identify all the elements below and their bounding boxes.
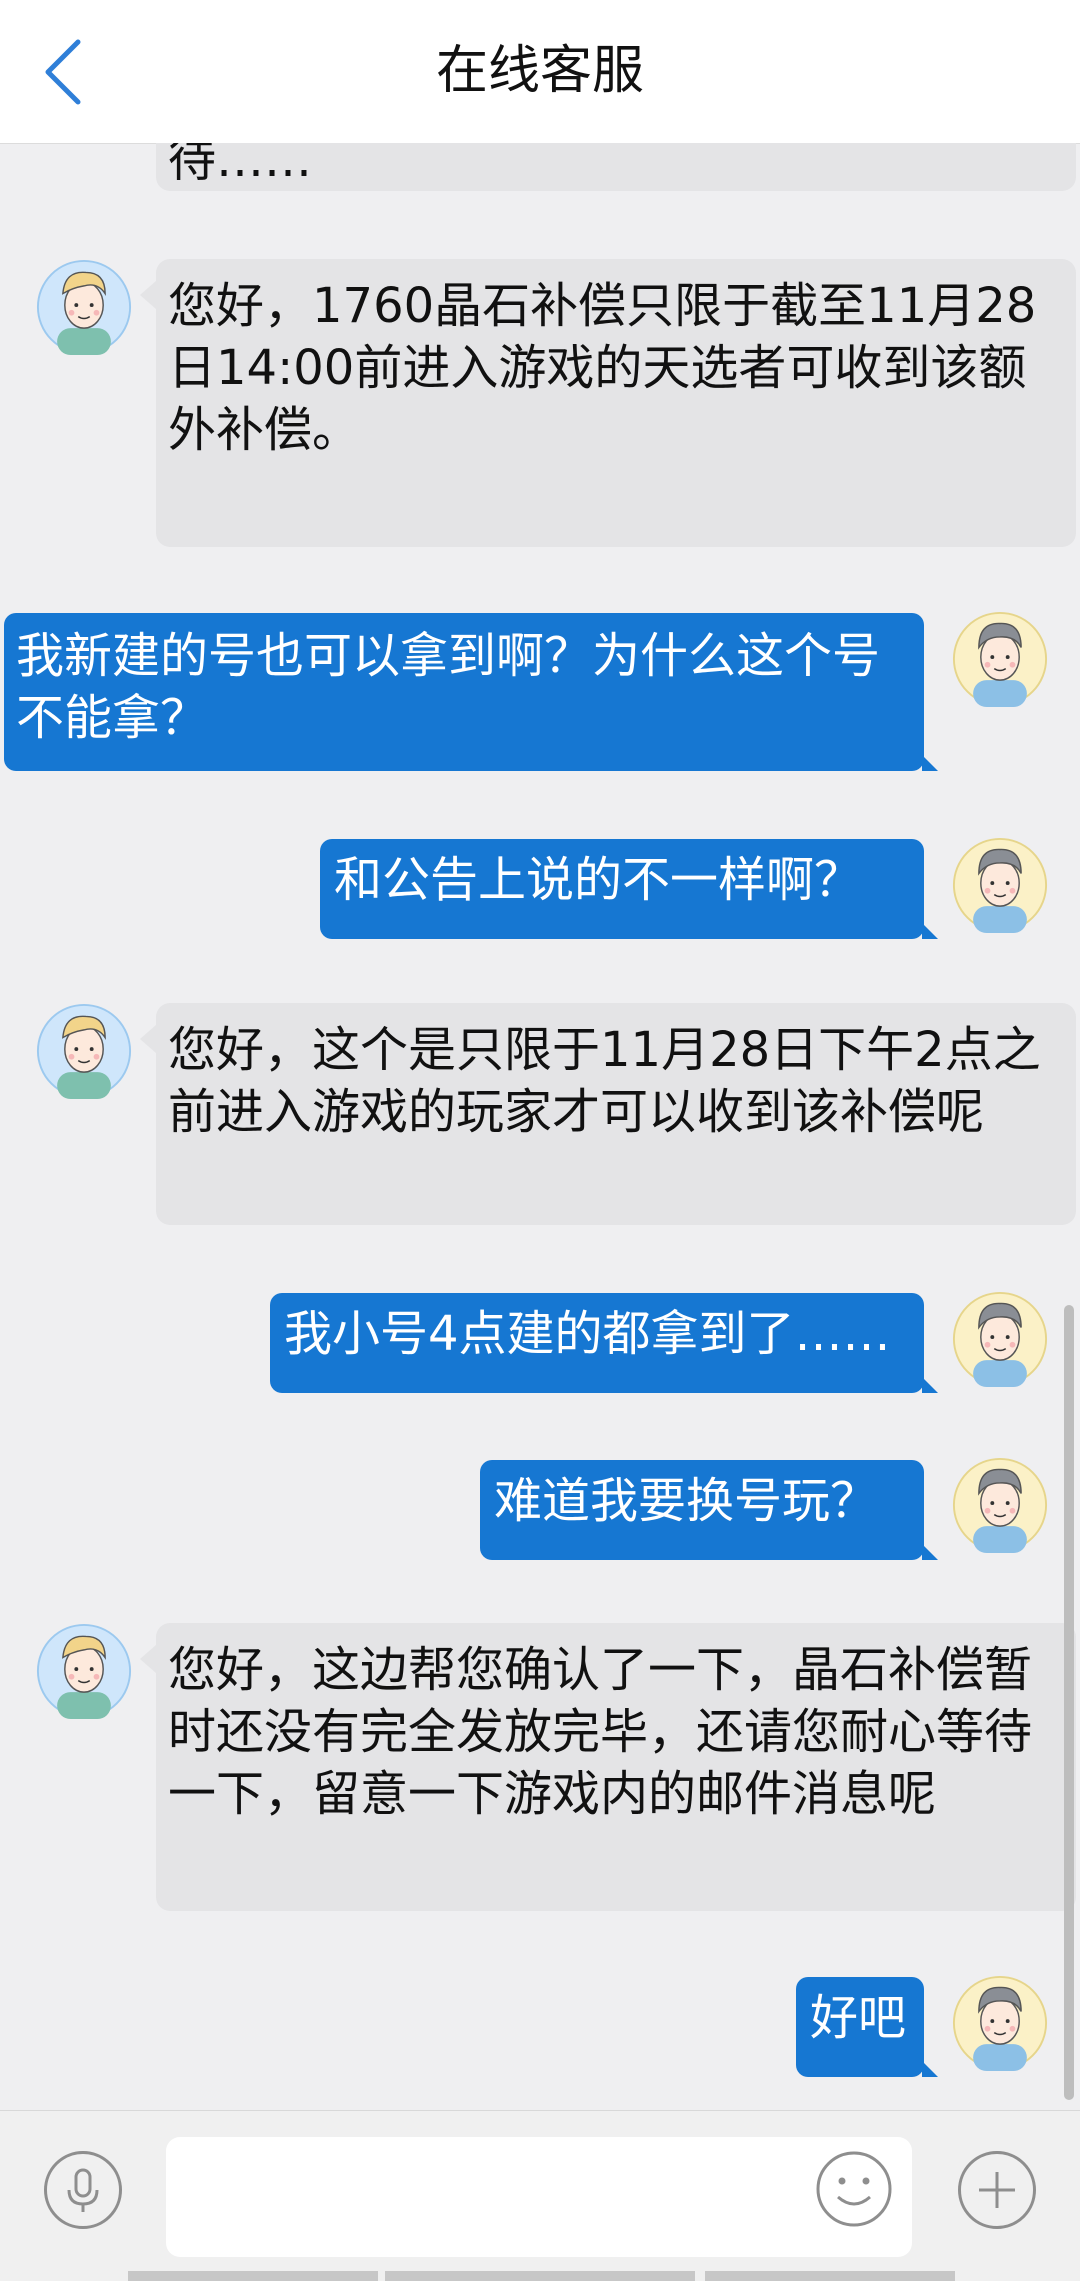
input-bar (0, 2110, 1080, 2281)
page-title: 在线客服 (435, 41, 644, 101)
agent-message-bubble: 您好，1760晶石补偿只限于截至11月28日14:00前进入游戏的天选者可收到该… (140, 259, 1076, 547)
user-message-bubble: 好吧 (796, 1977, 938, 2077)
agent-avatar[interactable] (36, 259, 132, 355)
plus-icon (979, 2172, 1015, 2208)
bubble-tail (140, 1645, 156, 1673)
user-message-bubble: 我新建的号也可以拿到啊？为什么这个号不能拿？ (4, 613, 938, 771)
bubble-tail (140, 281, 156, 309)
message-text: 您好，1760晶石补偿只限于截至11月28日14:00前进入游戏的天选者可收到该… (168, 278, 1037, 458)
user-message-bubble: 难道我要换号玩？ (480, 1460, 938, 1560)
message-input[interactable] (166, 2137, 912, 2257)
message-text: 难道我要换号玩？ (494, 1473, 879, 1529)
message-text: 我新建的号也可以拿到啊？为什么这个号不能拿？ (16, 628, 881, 746)
user-avatar[interactable] (952, 837, 1048, 933)
chat-message-list[interactable]: 待…… 您好，1760晶石补偿只限于截至11月28日14:00前进入游戏的天选者… (0, 143, 1080, 2110)
bubble-tail (922, 755, 938, 771)
message-text: 好吧 (810, 1990, 907, 2046)
message-text: 您好，这边帮您确认了一下，晶石补偿暂时还没有完全发放完毕，还请您耐心等待一下，留… (168, 1642, 1033, 1822)
message-text: 我小号4点建的都拿到了…… (284, 1306, 891, 1362)
agent-message-bubble: 您好，这个是只限于11月28日下午2点之前进入游戏的玩家才可以收到该补偿呢 (140, 1003, 1076, 1225)
smiley-icon (816, 2151, 892, 2227)
header-bar: 在线客服 (0, 0, 1080, 144)
user-avatar[interactable] (952, 1975, 1048, 2071)
message-text: 待…… (168, 143, 313, 188)
emoji-button[interactable] (814, 2149, 894, 2229)
message-text: 您好，这个是只限于11月28日下午2点之前进入游戏的玩家才可以收到该补偿呢 (168, 1022, 1041, 1140)
chat-scrollbar[interactable] (1064, 1305, 1074, 2100)
bubble-tail (922, 1544, 938, 1560)
agent-message-bubble: 您好，这边帮您确认了一下，晶石补偿暂时还没有完全发放完毕，还请您耐心等待一下，留… (140, 1623, 1076, 1911)
bubble-tail (922, 923, 938, 939)
more-button[interactable] (958, 2151, 1036, 2229)
voice-button[interactable] (44, 2151, 122, 2229)
user-message-bubble: 我小号4点建的都拿到了…… (270, 1293, 938, 1393)
user-avatar[interactable] (952, 1291, 1048, 1387)
user-message-bubble: 和公告上说的不一样啊？ (320, 839, 938, 939)
microphone-icon (67, 2168, 99, 2212)
user-avatar[interactable] (952, 1457, 1048, 1553)
bubble-tail (140, 1025, 156, 1053)
bubble-tail (922, 2061, 938, 2077)
user-avatar[interactable] (952, 611, 1048, 707)
agent-avatar[interactable] (36, 1623, 132, 1719)
bubble-tail (922, 1377, 938, 1393)
agent-message-bubble: 待…… (156, 143, 1076, 191)
message-text: 和公告上说的不一样啊？ (334, 852, 863, 908)
agent-avatar[interactable] (36, 1003, 132, 1099)
